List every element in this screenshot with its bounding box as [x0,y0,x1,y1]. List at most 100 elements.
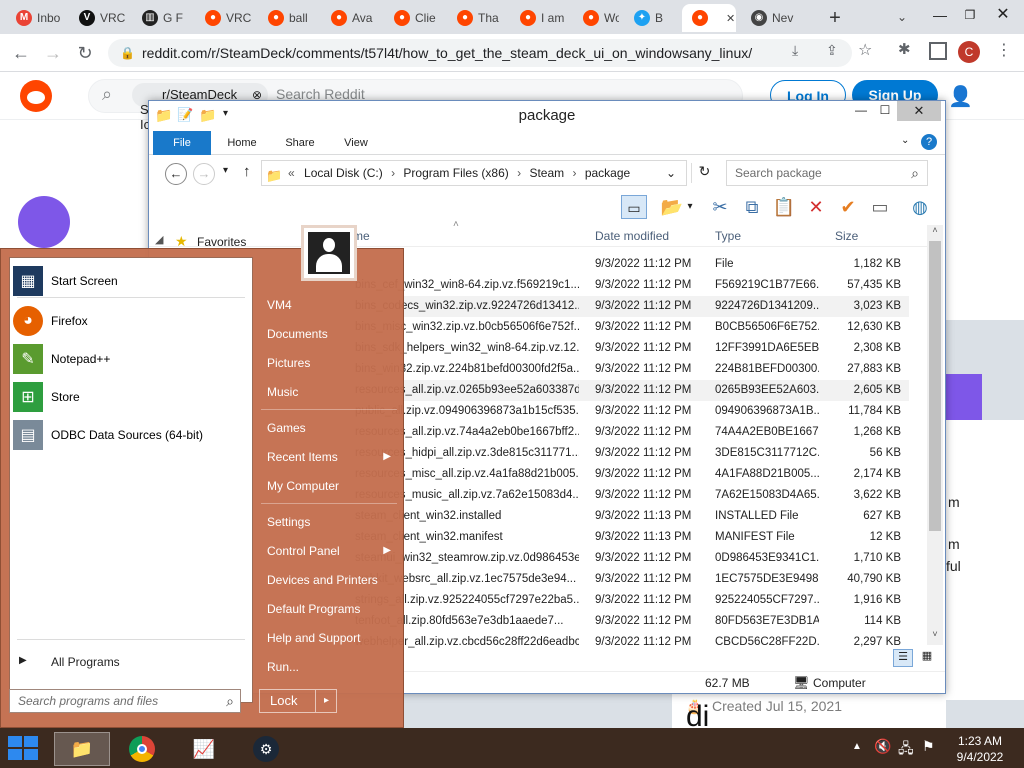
explorer-minimize-button[interactable]: — [849,103,873,123]
bookmark-star-icon[interactable]: ☆ [858,40,878,62]
tab-share[interactable]: Share [273,131,327,155]
install-icon[interactable]: ⤓ [792,42,812,64]
browser-tab[interactable]: ◉ Nev [741,4,799,32]
browser-tab[interactable]: ● Tha [447,4,505,32]
start-right-item[interactable]: Control Panel ▶ [261,538,399,564]
start-right-item[interactable]: Games [261,415,399,441]
minimize-window-button[interactable]: — [925,2,955,28]
browser-tab[interactable]: M Inbo [6,4,64,32]
start-search-input[interactable]: Search programs and files ⌕ [9,689,241,713]
scroll-down-icon[interactable]: ˅ [927,629,943,643]
start-right-item[interactable]: My Computer [261,473,399,499]
delete-icon[interactable]: ✕ [803,195,829,219]
start-right-item[interactable]: Documents [261,321,399,347]
extensions-icon[interactable]: ✱ [898,40,918,62]
start-right-item[interactable]: Default Programs [261,596,399,622]
side-panel-icon[interactable] [929,42,947,60]
menu-kebab-icon[interactable]: ⋮ [994,40,1014,62]
reload-button[interactable]: ↻ [72,40,98,66]
start-right-item[interactable]: Help and Support [261,625,399,651]
volume-muted-icon[interactable]: 🔇 [874,738,891,755]
network-icon[interactable]: 🖧 [898,738,914,762]
browser-tab[interactable]: ● Clie [384,4,442,32]
windows-start-icon[interactable] [8,736,40,760]
column-size[interactable]: Size [835,227,858,245]
back-button[interactable]: ← [8,40,34,66]
select-icon[interactable]: 📂 [659,195,685,219]
breadcrumb[interactable]: 📁 « Local Disk (C:) › Program Files (x86… [261,160,687,186]
user-picture[interactable] [301,225,357,281]
scroll-up-icon[interactable]: ˄ [927,225,943,239]
share-icon[interactable]: ⇪ [826,42,846,64]
refresh-icon[interactable]: ↻ [691,163,717,183]
start-pinned-item[interactable]: ⊞ Store [13,379,249,415]
breadcrumb-overflow-icon[interactable]: « [288,166,295,180]
explorer-back-button[interactable]: ← [165,163,187,185]
taskbar-monitor-icon[interactable]: 📈 [176,732,232,766]
preview-pane-icon[interactable]: ▭ [621,195,647,219]
action-center-icon[interactable]: ⚑ [922,738,935,755]
clock[interactable]: 1:23 AM 9/4/2022 [952,733,1008,765]
column-date-modified[interactable]: Date modified [595,227,669,245]
browser-tab[interactable]: ▥ G F [132,4,190,32]
large-icons-view-icon[interactable]: ▦ [917,649,937,667]
start-pinned-item[interactable]: ◕ Firefox [13,303,249,339]
browser-tab[interactable]: ● ball [258,4,316,32]
all-programs-link[interactable]: All Programs [51,655,120,669]
explorer-close-button[interactable]: ✕ [897,101,941,121]
shutdown-options-button[interactable]: ▸ [315,690,337,712]
path-dropdown-icon[interactable]: ⌄ [666,161,676,185]
start-pinned-item[interactable]: ▦ Start Screen [13,263,249,299]
start-right-item[interactable]: Run... [261,654,399,680]
tab-view[interactable]: View [331,131,381,155]
tab-file[interactable]: File [153,131,211,155]
breadcrumb-package[interactable]: package [585,166,630,180]
select-dropdown-icon[interactable]: ▾ [683,195,697,219]
start-pinned-item[interactable]: ▤ ODBC Data Sources (64-bit) [13,417,249,453]
tab-search-icon[interactable]: ⌄ [890,5,914,29]
browser-tab[interactable]: ● VRC [195,4,253,32]
restore-window-button[interactable]: ❐ [955,2,985,28]
profile-avatar[interactable]: C [958,41,980,63]
copy-icon[interactable]: ⧉ [739,195,765,219]
browser-tab[interactable]: V VRC [69,4,127,32]
breadcrumb-disk[interactable]: Local Disk (C:) [304,166,383,180]
user-menu-icon[interactable]: 👤 [948,84,973,109]
tray-overflow-icon[interactable]: ▲ [852,741,862,752]
new-tab-button[interactable]: + [822,5,848,31]
browser-tab[interactable]: ● I am [510,4,568,32]
browser-tab[interactable]: ✦ B [624,4,676,32]
breadcrumb-program-files[interactable]: Program Files (x86) [403,166,508,180]
start-right-item[interactable]: Music [261,379,399,405]
start-right-item[interactable]: VM4 [261,292,399,318]
browser-tab[interactable]: ● ✕ [682,4,736,32]
browser-tab[interactable]: ● Ava [321,4,379,32]
scroll-thumb[interactable] [929,241,941,531]
start-right-item[interactable]: Recent Items ▶ [261,444,399,470]
network-globe-icon[interactable]: ◍ [907,195,933,219]
properties-toolbar-icon[interactable]: ▭ [867,195,893,219]
start-pinned-item[interactable]: ✎ Notepad++ [13,341,249,377]
tab-home[interactable]: Home [215,131,269,155]
ribbon-expand-icon[interactable]: ⌄ [901,135,909,146]
start-right-item[interactable]: Devices and Printers [261,567,399,593]
forward-button[interactable]: → [40,40,66,66]
start-right-item[interactable]: Pictures [261,350,399,376]
up-folder-icon[interactable]: ↑ [243,163,251,180]
details-view-icon[interactable]: ☰ [893,649,913,667]
taskbar-steam-icon[interactable]: ⚙ [238,732,294,766]
cut-icon[interactable]: ✂ [707,195,733,219]
taskbar-explorer-icon[interactable]: 📁 [54,732,110,766]
close-window-button[interactable]: ✕ [988,2,1018,28]
taskbar-chrome-icon[interactable] [114,732,170,766]
explorer-maximize-button[interactable]: ☐ [873,103,897,123]
start-right-item[interactable]: Settings [261,509,399,535]
column-type[interactable]: Type [715,227,741,245]
explorer-search-input[interactable]: Search package ⌕ [726,160,928,186]
browser-tab[interactable]: ● Wo [573,4,619,32]
reddit-logo-icon[interactable] [20,80,52,112]
close-tab-icon[interactable]: ✕ [726,12,735,25]
file-list-scrollbar[interactable]: ˄ ˅ [927,225,943,645]
rename-check-icon[interactable]: ✔ [835,195,861,219]
recent-locations-icon[interactable]: ▾ [223,165,228,176]
